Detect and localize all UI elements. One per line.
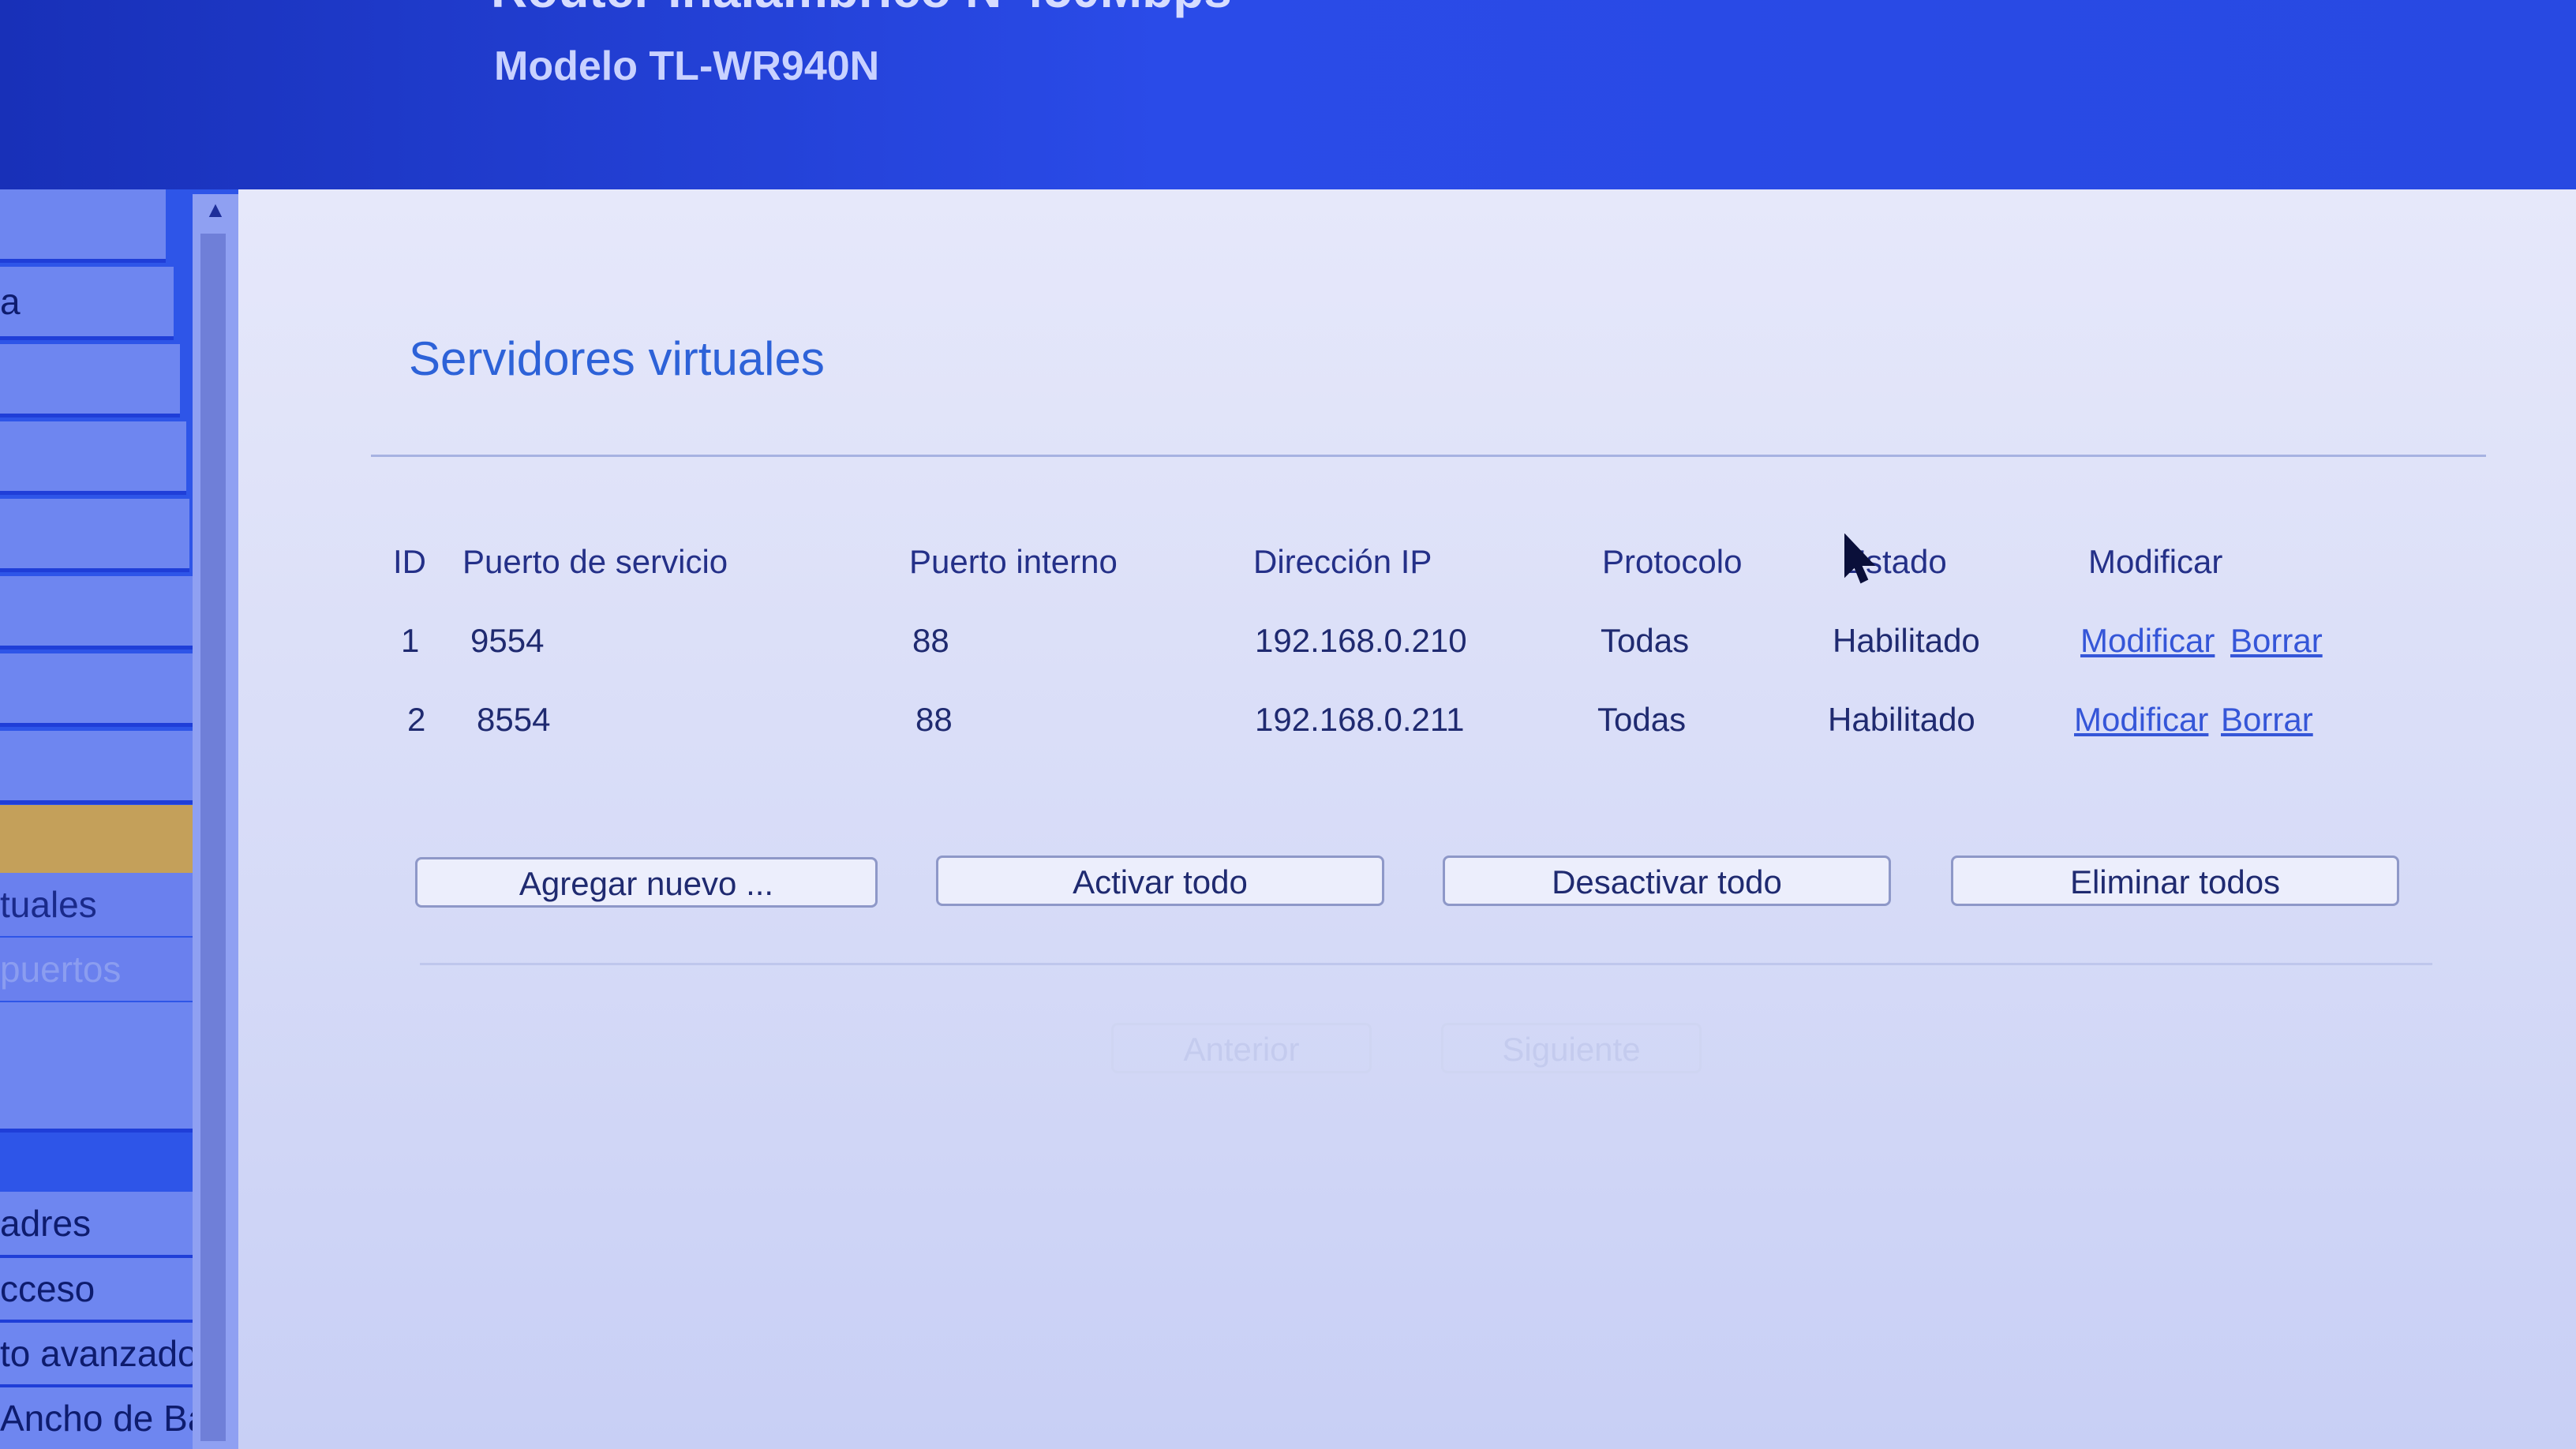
title-divider	[371, 455, 2486, 457]
table-row-2-status: Habilitado	[1828, 701, 1975, 738]
col-header-protocol: Protocolo	[1602, 543, 1743, 580]
col-header-service-port: Puerto de servicio	[462, 543, 728, 580]
col-header-internal-port: Puerto interno	[909, 543, 1118, 580]
table-row-1-protocol: Todas	[1601, 622, 1690, 659]
table-row-2-protocol: Todas	[1597, 701, 1687, 738]
sidebar-item[interactable]	[0, 344, 180, 417]
col-header-id: ID	[393, 543, 426, 580]
table-row-2-ip-address: 192.168.0.211	[1255, 701, 1465, 738]
header-banner: Router inalámbrico N 450Mbps Modelo TL-W…	[0, 0, 2576, 189]
sidebar-item[interactable]	[0, 189, 166, 263]
table-row-1-status: Habilitado	[1833, 622, 1980, 659]
scrollbar-thumb[interactable]	[200, 234, 226, 1441]
table-row-1-service-port: 9554	[470, 622, 545, 659]
table-row-2-modify-link[interactable]: Modificar	[2074, 701, 2208, 739]
router-admin-page: Router inalámbrico N 450Mbps Modelo TL-W…	[0, 0, 2576, 1449]
table-row-2-id: 2	[407, 701, 426, 738]
vertical-scrollbar[interactable]: ▲	[193, 194, 238, 1449]
table-row-2-delete-link[interactable]: Borrar	[2221, 701, 2313, 739]
sidebar-item[interactable]	[0, 653, 199, 727]
triangle-up-icon[interactable]: ▲	[193, 194, 238, 226]
sidebar-item[interactable]	[0, 499, 189, 572]
router-model: Modelo TL-WR940N	[494, 43, 880, 89]
sidebar-item[interactable]: a	[0, 267, 174, 340]
page-title: Servidores virtuales	[409, 332, 825, 385]
previous-page-button[interactable]: Anterior	[1111, 1023, 1372, 1073]
sidebar-item[interactable]	[0, 576, 193, 650]
main-panel: Servidores virtuales ID Puerto de servic…	[238, 189, 2576, 1449]
table-row-1-ip-address: 192.168.0.210	[1255, 622, 1467, 659]
table-row-2-service-port: 8554	[477, 701, 551, 738]
table-row-1-modify-link[interactable]: Modificar	[2080, 622, 2215, 660]
add-new-button[interactable]: Agregar nuevo ...	[415, 857, 878, 908]
router-title: Router inalámbrico N 450Mbps	[491, 0, 1232, 19]
mouse-pointer-icon	[1844, 534, 1876, 584]
col-header-ip-address: Dirección IP	[1253, 543, 1432, 580]
table-row-1-delete-link[interactable]: Borrar	[2230, 622, 2323, 660]
next-page-button[interactable]: Siguiente	[1441, 1023, 1702, 1073]
enable-all-button[interactable]: Activar todo	[936, 856, 1384, 906]
disable-all-button[interactable]: Desactivar todo	[1443, 856, 1891, 906]
delete-all-button[interactable]: Eliminar todos	[1951, 856, 2399, 906]
table-row-1-internal-port: 88	[912, 622, 949, 659]
buttons-divider	[420, 963, 2432, 965]
sidebar-item[interactable]	[0, 731, 205, 804]
table-row-1-id: 1	[401, 622, 420, 659]
table-row-2-internal-port: 88	[915, 701, 953, 738]
col-header-modify: Modificar	[2088, 543, 2223, 580]
sidebar-item[interactable]	[0, 421, 186, 495]
